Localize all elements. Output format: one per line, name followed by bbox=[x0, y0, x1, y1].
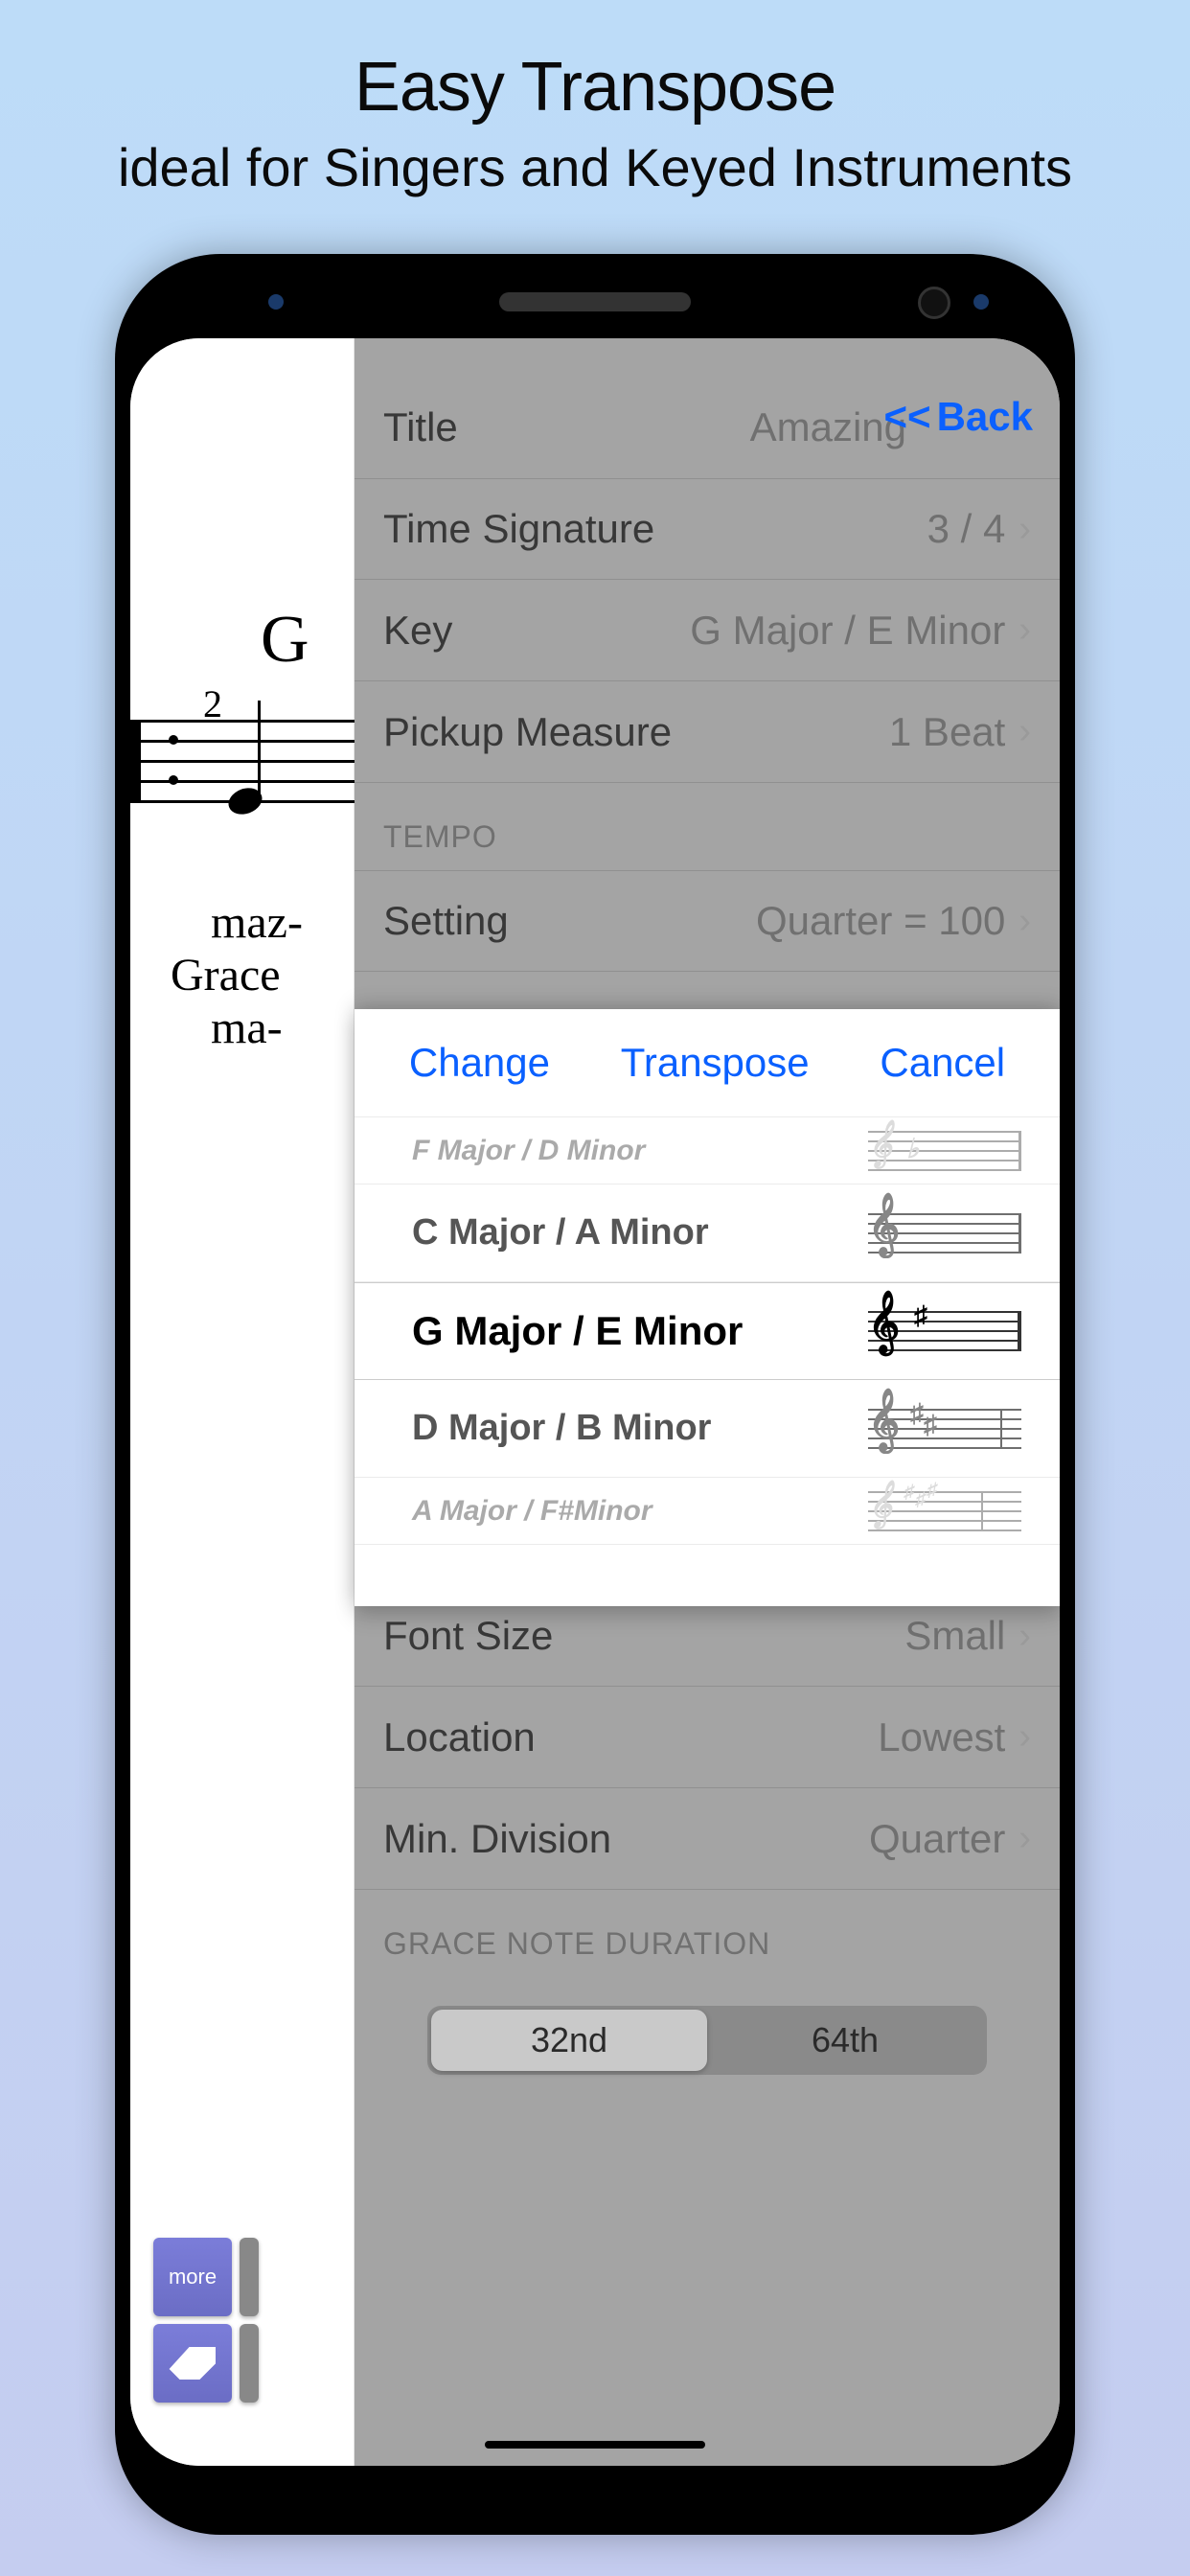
grace-duration-segment[interactable]: 32nd 64th bbox=[427, 2006, 987, 2075]
key-signature-preview: 𝄞 ♯ ♯ ♯ bbox=[868, 1478, 1021, 1545]
setting-label: Setting bbox=[383, 898, 509, 944]
seg-32nd[interactable]: 32nd bbox=[431, 2010, 707, 2071]
grace-header: GRACE NOTE DURATION bbox=[355, 1890, 1060, 1977]
toolbar-divider bbox=[240, 2238, 259, 2316]
location-row[interactable]: Location Lowest › bbox=[355, 1687, 1060, 1788]
key-signature-preview: 𝄞 ♯ ♯ bbox=[868, 1395, 1021, 1462]
transpose-button[interactable]: Transpose bbox=[621, 1040, 810, 1086]
pickup-row[interactable]: Pickup Measure 1 Beat › bbox=[355, 681, 1060, 783]
picker-key-label: F Major / D Minor bbox=[412, 1135, 645, 1167]
eraser-button[interactable] bbox=[153, 2324, 232, 2403]
picker-item-selected[interactable]: G Major / E Minor 𝄞 ♯ bbox=[355, 1282, 1060, 1380]
pickup-label: Pickup Measure bbox=[383, 709, 672, 755]
eraser-icon bbox=[167, 2344, 218, 2382]
chevron-right-icon: › bbox=[1018, 1818, 1031, 1859]
font-size-value: Small bbox=[904, 1613, 1005, 1659]
back-chevron-icon: << bbox=[884, 394, 931, 440]
home-indicator bbox=[485, 2441, 705, 2449]
picker-key-label: D Major / B Minor bbox=[412, 1408, 711, 1449]
min-division-row[interactable]: Min. Division Quarter › bbox=[355, 1788, 1060, 1890]
time-signature-label: Time Signature bbox=[383, 506, 654, 552]
sheet-music-pane: G 2 maz- Grace ma- bbox=[130, 338, 355, 2466]
picker-item[interactable]: C Major / A Minor 𝄞 bbox=[355, 1184, 1060, 1282]
sheet-toolbar: more bbox=[153, 2238, 259, 2403]
chevron-right-icon: › bbox=[1018, 509, 1031, 550]
more-button[interactable]: more bbox=[153, 2238, 232, 2316]
tempo-header: TEMPO bbox=[355, 783, 1060, 870]
picker-key-label: A Major / F#Minor bbox=[412, 1495, 652, 1528]
time-signature-value: 3 / 4 bbox=[927, 506, 1006, 552]
back-label: Back bbox=[937, 394, 1033, 440]
location-label: Location bbox=[383, 1714, 536, 1760]
picker-item[interactable]: A Major / F#Minor 𝄞 ♯ ♯ ♯ bbox=[355, 1478, 1060, 1545]
phone-sensor-right bbox=[973, 294, 989, 310]
chevron-right-icon: › bbox=[1018, 1616, 1031, 1657]
key-picker[interactable]: F Major / D Minor 𝄞 ♭ C Major / A Minor bbox=[355, 1117, 1060, 1606]
setting-value: Quarter = 100 bbox=[756, 898, 1005, 944]
toolbar-divider bbox=[240, 2324, 259, 2403]
promo-title: Easy Transpose bbox=[0, 48, 1190, 126]
cancel-button[interactable]: Cancel bbox=[880, 1040, 1005, 1086]
tempo-setting-row[interactable]: Setting Quarter = 100 › bbox=[355, 870, 1060, 972]
phone-camera-lens bbox=[918, 287, 950, 319]
key-row[interactable]: Key G Major / E Minor › bbox=[355, 580, 1060, 681]
min-division-label: Min. Division bbox=[383, 1816, 611, 1862]
picker-item[interactable]: F Major / D Minor 𝄞 ♭ bbox=[355, 1117, 1060, 1184]
phone-speaker bbox=[499, 292, 691, 311]
min-division-value: Quarter bbox=[869, 1816, 1005, 1862]
title-value: Amazing bbox=[750, 404, 906, 450]
lyrics: maz- Grace ma- bbox=[211, 896, 303, 1055]
pickup-value: 1 Beat bbox=[889, 709, 1005, 755]
font-size-label: Font Size bbox=[383, 1613, 553, 1659]
seg-64th[interactable]: 64th bbox=[707, 2010, 983, 2071]
phone-sensor-left bbox=[268, 294, 284, 310]
phone-frame: G 2 maz- Grace ma- bbox=[115, 254, 1075, 2535]
key-label: Key bbox=[383, 608, 452, 654]
transpose-action-sheet: Change Transpose Cancel F Major / D Mino… bbox=[355, 1009, 1060, 1606]
key-signature-preview: 𝄞 ♯ bbox=[868, 1298, 1021, 1365]
picker-item[interactable]: D Major / B Minor 𝄞 ♯ ♯ bbox=[355, 1380, 1060, 1478]
chevron-right-icon: › bbox=[1018, 1716, 1031, 1758]
chevron-right-icon: › bbox=[1018, 610, 1031, 651]
lyric-line: maz- bbox=[211, 896, 303, 949]
picker-key-label: C Major / A Minor bbox=[412, 1212, 709, 1254]
picker-key-label: G Major / E Minor bbox=[412, 1308, 743, 1354]
title-label: Title bbox=[383, 404, 458, 450]
back-button[interactable]: << Back bbox=[884, 394, 1033, 440]
location-value: Lowest bbox=[878, 1714, 1005, 1760]
change-button[interactable]: Change bbox=[409, 1040, 550, 1086]
key-signature-preview: 𝄞 bbox=[868, 1200, 1021, 1267]
lyric-line: ma- bbox=[211, 1001, 303, 1054]
chord-symbol: G bbox=[261, 602, 309, 678]
lyric-line: Grace bbox=[171, 949, 303, 1001]
key-signature-preview: 𝄞 ♭ bbox=[868, 1117, 1021, 1184]
key-value: G Major / E Minor bbox=[690, 608, 1005, 654]
chevron-right-icon: › bbox=[1018, 901, 1031, 942]
chevron-right-icon: › bbox=[1018, 711, 1031, 752]
music-staff bbox=[130, 720, 355, 802]
phone-screen: G 2 maz- Grace ma- bbox=[130, 338, 1060, 2466]
promo-subtitle: ideal for Singers and Keyed Instruments bbox=[0, 136, 1190, 198]
time-signature-row[interactable]: Time Signature 3 / 4 › bbox=[355, 478, 1060, 580]
